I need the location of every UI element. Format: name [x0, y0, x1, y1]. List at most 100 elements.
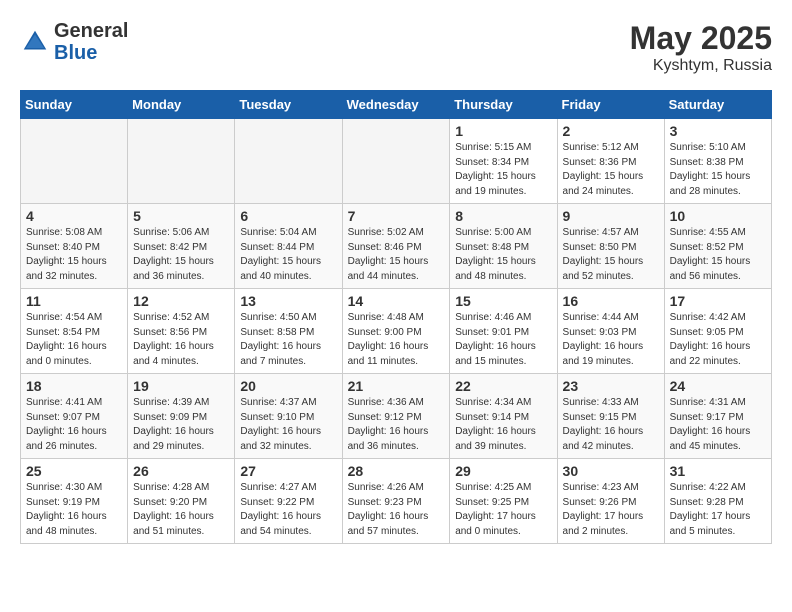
- day-number: 5: [133, 208, 229, 224]
- day-info: Sunrise: 5:08 AM Sunset: 8:40 PM Dayligh…: [26, 226, 122, 284]
- logo-icon: [20, 27, 50, 57]
- day-info: Sunrise: 4:30 AM Sunset: 9:19 PM Dayligh…: [26, 481, 122, 539]
- day-number: 23: [563, 378, 659, 394]
- day-info: Sunrise: 4:27 AM Sunset: 9:22 PM Dayligh…: [240, 481, 336, 539]
- day-info: Sunrise: 4:37 AM Sunset: 9:10 PM Dayligh…: [240, 396, 336, 454]
- day-info: Sunrise: 4:31 AM Sunset: 9:17 PM Dayligh…: [670, 396, 766, 454]
- day-info: Sunrise: 4:33 AM Sunset: 9:15 PM Dayligh…: [563, 396, 659, 454]
- calendar-cell: 31Sunrise: 4:22 AM Sunset: 9:28 PM Dayli…: [664, 459, 771, 544]
- day-number: 3: [670, 123, 766, 139]
- calendar-cell: 18 Sunrise: 4:41 AM Sunset: 9:07 PM Dayli…: [21, 374, 128, 459]
- month-title: May 2025: [630, 20, 772, 57]
- calendar-cell: 6 Sunrise: 5:04 AM Sunset: 8:44 PM Daylig…: [235, 204, 342, 289]
- calendar-week-row: 4 Sunrise: 5:08 AM Sunset: 8:40 PM Daylig…: [21, 204, 772, 289]
- day-number: 28: [348, 463, 445, 479]
- weekday-header: Friday: [557, 91, 664, 119]
- day-number: 31: [670, 463, 766, 479]
- day-number: 7: [348, 208, 445, 224]
- title-area: May 2025 Kyshtym, Russia: [630, 20, 772, 75]
- day-info: Sunrise: 4:28 AM Sunset: 9:20 PM Dayligh…: [133, 481, 229, 539]
- calendar-cell: 9 Sunrise: 4:57 AM Sunset: 8:50 PM Daylig…: [557, 204, 664, 289]
- day-info: Sunrise: 4:46 AM Sunset: 9:01 PM Dayligh…: [455, 311, 551, 369]
- weekday-header: Tuesday: [235, 91, 342, 119]
- calendar-cell: 4 Sunrise: 5:08 AM Sunset: 8:40 PM Daylig…: [21, 204, 128, 289]
- day-number: 10: [670, 208, 766, 224]
- day-number: 9: [563, 208, 659, 224]
- calendar-cell: 3 Sunrise: 5:10 AM Sunset: 8:38 PM Daylig…: [664, 119, 771, 204]
- calendar-cell: [128, 119, 235, 204]
- weekday-header: Sunday: [21, 91, 128, 119]
- weekday-header: Monday: [128, 91, 235, 119]
- calendar-cell: 30Sunrise: 4:23 AM Sunset: 9:26 PM Dayli…: [557, 459, 664, 544]
- day-number: 1: [455, 123, 551, 139]
- weekday-header: Thursday: [450, 91, 557, 119]
- day-info: Sunrise: 4:36 AM Sunset: 9:12 PM Dayligh…: [348, 396, 445, 454]
- calendar-cell: 28 Sunrise: 4:26 AM Sunset: 9:23 PM Dayli…: [342, 459, 450, 544]
- day-number: 11: [26, 293, 122, 309]
- calendar-cell: 1 Sunrise: 5:15 AM Sunset: 8:34 PM Daylig…: [450, 119, 557, 204]
- day-info: Sunrise: 4:48 AM Sunset: 9:00 PM Dayligh…: [348, 311, 445, 369]
- calendar-cell: 2 Sunrise: 5:12 AM Sunset: 8:36 PM Daylig…: [557, 119, 664, 204]
- day-number: 18: [26, 378, 122, 394]
- calendar-cell: 20 Sunrise: 4:37 AM Sunset: 9:10 PM Dayli…: [235, 374, 342, 459]
- day-info: Sunrise: 5:02 AM Sunset: 8:46 PM Dayligh…: [348, 226, 445, 284]
- day-info: Sunrise: 4:42 AM Sunset: 9:05 PM Dayligh…: [670, 311, 766, 369]
- day-info: Sunrise: 5:12 AM Sunset: 8:36 PM Dayligh…: [563, 141, 659, 199]
- calendar-table: SundayMondayTuesdayWednesdayThursdayFrid…: [20, 90, 772, 544]
- calendar-cell: 17 Sunrise: 4:42 AM Sunset: 9:05 PM Dayli…: [664, 289, 771, 374]
- day-info: Sunrise: 4:25 AM Sunset: 9:25 PM Dayligh…: [455, 481, 551, 539]
- calendar-cell: [235, 119, 342, 204]
- day-number: 19: [133, 378, 229, 394]
- day-number: 2: [563, 123, 659, 139]
- logo-general-text: General: [54, 20, 128, 42]
- location: Kyshtym, Russia: [630, 57, 772, 75]
- logo-blue-text: Blue: [54, 42, 128, 64]
- day-info: Sunrise: 4:57 AM Sunset: 8:50 PM Dayligh…: [563, 226, 659, 284]
- calendar-cell: 11 Sunrise: 4:54 AM Sunset: 8:54 PM Dayli…: [21, 289, 128, 374]
- day-number: 8: [455, 208, 551, 224]
- day-number: 20: [240, 378, 336, 394]
- calendar-cell: 19 Sunrise: 4:39 AM Sunset: 9:09 PM Dayli…: [128, 374, 235, 459]
- day-info: Sunrise: 4:44 AM Sunset: 9:03 PM Dayligh…: [563, 311, 659, 369]
- day-info: Sunrise: 4:23 AM Sunset: 9:26 PM Dayligh…: [563, 481, 659, 539]
- calendar-cell: 23 Sunrise: 4:33 AM Sunset: 9:15 PM Dayli…: [557, 374, 664, 459]
- day-number: 27: [240, 463, 336, 479]
- calendar-cell: 22 Sunrise: 4:34 AM Sunset: 9:14 PM Dayli…: [450, 374, 557, 459]
- day-number: 4: [26, 208, 122, 224]
- calendar-cell: [342, 119, 450, 204]
- day-number: 17: [670, 293, 766, 309]
- day-info: Sunrise: 4:39 AM Sunset: 9:09 PM Dayligh…: [133, 396, 229, 454]
- calendar-cell: 12Sunrise: 4:52 AM Sunset: 8:56 PM Dayli…: [128, 289, 235, 374]
- calendar-cell: 26 Sunrise: 4:28 AM Sunset: 9:20 PM Dayli…: [128, 459, 235, 544]
- day-info: Sunrise: 4:34 AM Sunset: 9:14 PM Dayligh…: [455, 396, 551, 454]
- calendar-week-row: 11 Sunrise: 4:54 AM Sunset: 8:54 PM Dayli…: [21, 289, 772, 374]
- calendar-cell: 8Sunrise: 5:00 AM Sunset: 8:48 PM Daylig…: [450, 204, 557, 289]
- day-info: Sunrise: 4:54 AM Sunset: 8:54 PM Dayligh…: [26, 311, 122, 369]
- day-info: Sunrise: 5:15 AM Sunset: 8:34 PM Dayligh…: [455, 141, 551, 199]
- day-info: Sunrise: 4:50 AM Sunset: 8:58 PM Dayligh…: [240, 311, 336, 369]
- day-number: 15: [455, 293, 551, 309]
- day-number: 6: [240, 208, 336, 224]
- day-number: 14: [348, 293, 445, 309]
- calendar-week-row: 18 Sunrise: 4:41 AM Sunset: 9:07 PM Dayli…: [21, 374, 772, 459]
- day-info: Sunrise: 4:26 AM Sunset: 9:23 PM Dayligh…: [348, 481, 445, 539]
- day-info: Sunrise: 4:41 AM Sunset: 9:07 PM Dayligh…: [26, 396, 122, 454]
- calendar-header-row: SundayMondayTuesdayWednesdayThursdayFrid…: [21, 91, 772, 119]
- day-info: Sunrise: 4:55 AM Sunset: 8:52 PM Dayligh…: [670, 226, 766, 284]
- calendar-cell: 21Sunrise: 4:36 AM Sunset: 9:12 PM Dayli…: [342, 374, 450, 459]
- day-number: 13: [240, 293, 336, 309]
- calendar-cell: 16Sunrise: 4:44 AM Sunset: 9:03 PM Dayli…: [557, 289, 664, 374]
- day-info: Sunrise: 5:06 AM Sunset: 8:42 PM Dayligh…: [133, 226, 229, 284]
- day-number: 26: [133, 463, 229, 479]
- day-info: Sunrise: 5:10 AM Sunset: 8:38 PM Dayligh…: [670, 141, 766, 199]
- day-number: 22: [455, 378, 551, 394]
- calendar-cell: [21, 119, 128, 204]
- day-info: Sunrise: 5:04 AM Sunset: 8:44 PM Dayligh…: [240, 226, 336, 284]
- calendar-week-row: 25Sunrise: 4:30 AM Sunset: 9:19 PM Dayli…: [21, 459, 772, 544]
- logo: General Blue: [20, 20, 128, 64]
- calendar-week-row: 1 Sunrise: 5:15 AM Sunset: 8:34 PM Daylig…: [21, 119, 772, 204]
- calendar-cell: 27 Sunrise: 4:27 AM Sunset: 9:22 PM Dayli…: [235, 459, 342, 544]
- calendar-cell: 15 Sunrise: 4:46 AM Sunset: 9:01 PM Dayli…: [450, 289, 557, 374]
- day-number: 24: [670, 378, 766, 394]
- page-header: General Blue May 2025 Kyshtym, Russia: [20, 20, 772, 75]
